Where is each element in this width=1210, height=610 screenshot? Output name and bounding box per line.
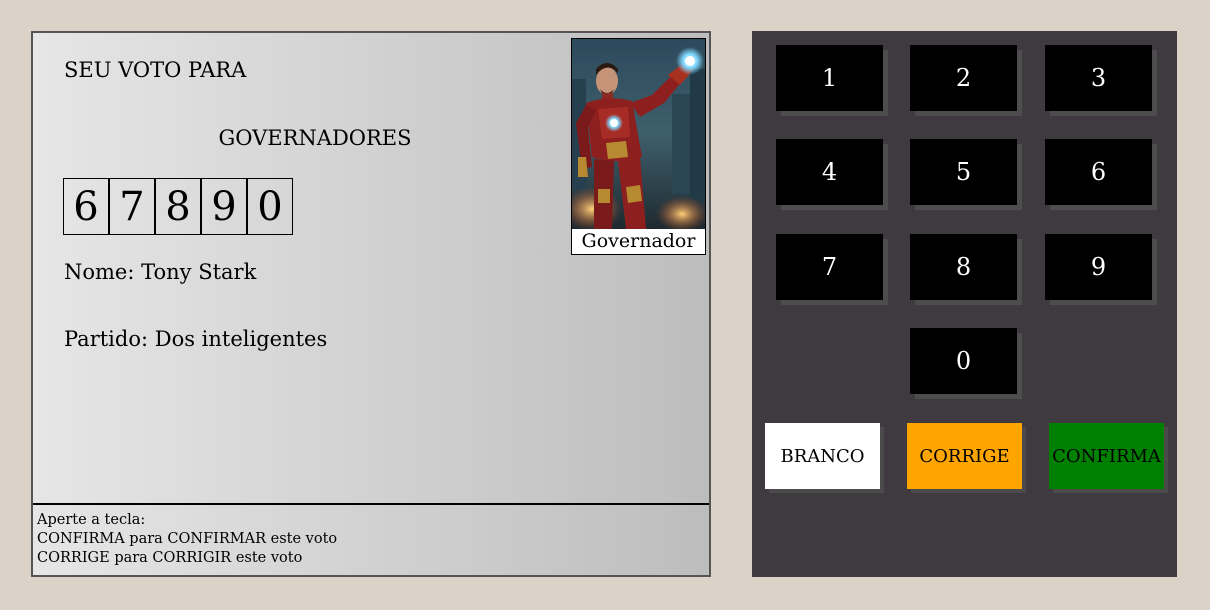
number-digit: 9: [201, 178, 247, 235]
key-1[interactable]: 1: [776, 45, 883, 111]
voting-screen: SEU VOTO PARA GOVERNADORES 6 7 8 9 0 Nom…: [31, 31, 711, 577]
key-2[interactable]: 2: [910, 45, 1017, 111]
number-digit: 0: [247, 178, 293, 235]
vote-info-panel: SEU VOTO PARA GOVERNADORES 6 7 8 9 0 Nom…: [33, 33, 709, 504]
correct-button[interactable]: CORRIGE: [907, 423, 1022, 489]
key-4[interactable]: 4: [776, 139, 883, 205]
voting-machine: SEU VOTO PARA GOVERNADORES 6 7 8 9 0 Nom…: [0, 0, 1210, 610]
candidate-party: Partido: Dos inteligentes: [64, 327, 328, 351]
key-5[interactable]: 5: [910, 139, 1017, 205]
instruction-line: CORRIGE para CORRIGIR este voto: [37, 550, 303, 566]
number-digit: 6: [63, 178, 109, 235]
instruction-line: CONFIRMA para CONFIRMAR este voto: [37, 531, 338, 547]
candidate-name: Nome: Tony Stark: [64, 260, 257, 284]
keypad: 1 2 3 4 5 6 7 8 9 0 BRANCO CORRIGE CONFI…: [752, 31, 1177, 577]
key-7[interactable]: 7: [776, 234, 883, 300]
office-label: GOVERNADORES: [218, 126, 412, 150]
key-0[interactable]: 0: [910, 328, 1017, 394]
key-6[interactable]: 6: [1045, 139, 1152, 205]
instruction-line: Aperte a tecla:: [37, 512, 146, 528]
candidate-photo-card: Governador: [571, 38, 706, 255]
key-9[interactable]: 9: [1045, 234, 1152, 300]
key-8[interactable]: 8: [910, 234, 1017, 300]
photo-caption: Governador: [581, 230, 696, 252]
vote-title: SEU VOTO PARA: [64, 58, 247, 82]
candidate-number: 6 7 8 9 0: [63, 178, 293, 235]
confirm-button[interactable]: CONFIRMA: [1049, 423, 1164, 489]
number-digit: 7: [109, 178, 155, 235]
candidate-photo: [572, 39, 705, 229]
number-digit: 8: [155, 178, 201, 235]
key-3[interactable]: 3: [1045, 45, 1152, 111]
blank-vote-button[interactable]: BRANCO: [765, 423, 880, 489]
instructions-panel: Aperte a tecla: CONFIRMA para CONFIRMAR …: [33, 503, 709, 575]
